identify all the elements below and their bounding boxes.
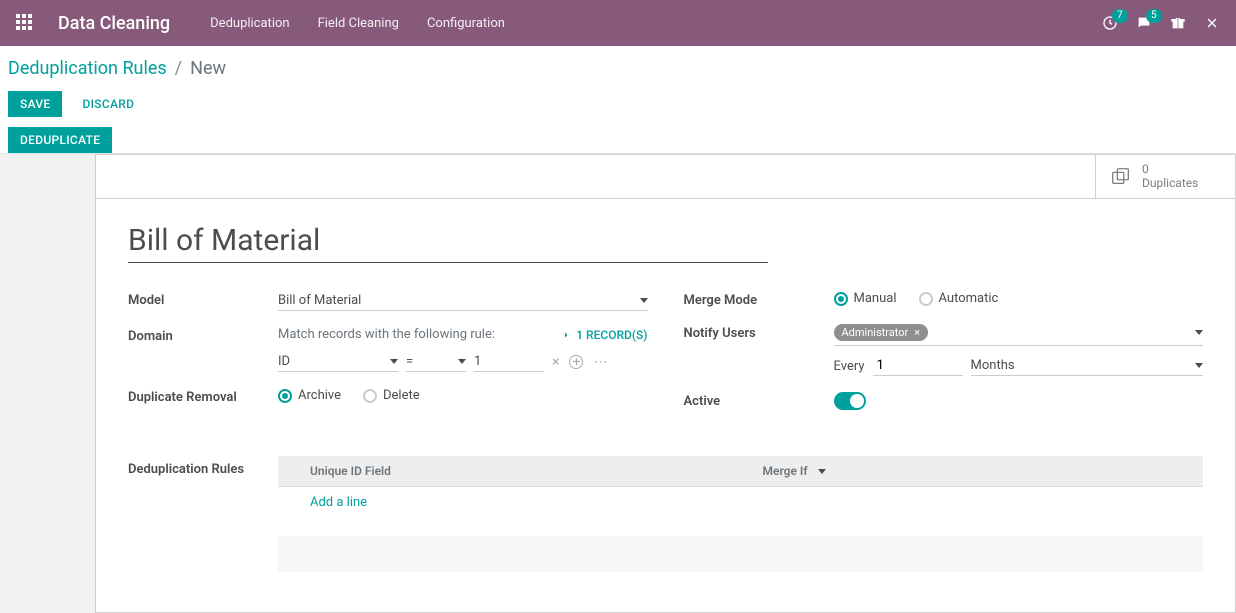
breadcrumb-current: New	[190, 58, 226, 79]
domain-more-icon[interactable]: ⋯	[593, 354, 607, 370]
label-domain: Domain	[128, 327, 278, 344]
chevron-down-icon	[458, 359, 466, 364]
rule-name-input[interactable]	[128, 223, 768, 263]
messaging-badge: 5	[1146, 9, 1162, 23]
app-brand: Data Cleaning	[58, 13, 170, 34]
removal-archive-radio[interactable]: Archive	[278, 388, 341, 403]
active-toggle[interactable]	[834, 392, 866, 410]
merge-automatic-radio[interactable]: Automatic	[919, 291, 999, 306]
control-panel: Deduplication Rules / New SAVE DISCARD D…	[0, 46, 1236, 154]
nav-deduplication[interactable]: Deduplication	[210, 16, 289, 31]
merge-manual-radio[interactable]: Manual	[834, 291, 897, 306]
arrow-right-icon	[560, 330, 570, 340]
tag-remove-icon[interactable]: ×	[914, 326, 920, 339]
activity-badge: 7	[1112, 9, 1128, 23]
close-icon[interactable]	[1204, 15, 1220, 31]
domain-remove-icon[interactable]: ×	[552, 354, 559, 370]
messaging-icon[interactable]: 5	[1136, 15, 1152, 31]
breadcrumb-sep: /	[175, 58, 182, 79]
domain-summary-text: Match records with the following rule:	[278, 327, 495, 342]
notify-users-select[interactable]: Administrator ×	[834, 324, 1204, 346]
removal-delete-radio[interactable]: Delete	[363, 388, 420, 403]
label-duplicate-removal: Duplicate Removal	[128, 388, 278, 405]
form-sheet: 0 Duplicates Model Bill of Material	[95, 154, 1236, 613]
col-unique-id: Unique ID Field	[278, 456, 751, 486]
chevron-down-icon	[640, 298, 648, 303]
chevron-down-icon	[1195, 363, 1203, 368]
stat-duplicates[interactable]: 0 Duplicates	[1095, 155, 1235, 198]
subtable-footer	[278, 536, 1203, 572]
duplicates-icon	[1110, 166, 1132, 188]
domain-records-link[interactable]: 1 RECORD(S)	[560, 328, 647, 342]
breadcrumb-root[interactable]: Deduplication Rules	[8, 58, 167, 79]
chevron-down-icon	[390, 359, 398, 364]
stat-label: Duplicates	[1142, 177, 1198, 190]
discard-button[interactable]: DISCARD	[82, 97, 134, 111]
add-line-link[interactable]: Add a line	[278, 487, 1203, 518]
col-merge-if: Merge If	[751, 456, 1204, 486]
label-active: Active	[684, 392, 834, 409]
nav-configuration[interactable]: Configuration	[427, 16, 505, 31]
chevron-down-icon	[1195, 330, 1203, 335]
chevron-down-icon	[818, 469, 826, 474]
gift-icon[interactable]	[1170, 15, 1186, 31]
every-value-input[interactable]	[873, 356, 963, 376]
top-nav: Data Cleaning Deduplication Field Cleani…	[0, 0, 1236, 46]
label-model: Model	[128, 291, 278, 308]
model-value: Bill of Material	[278, 293, 636, 308]
label-every: Every	[834, 359, 865, 374]
notify-user-tag: Administrator ×	[834, 324, 929, 341]
every-unit-select[interactable]: Months	[971, 356, 1203, 376]
breadcrumb: Deduplication Rules / New	[8, 58, 1228, 79]
stat-count: 0	[1142, 163, 1198, 176]
model-select[interactable]: Bill of Material	[278, 291, 648, 311]
apps-icon[interactable]	[16, 14, 34, 32]
activity-icon[interactable]: 7	[1102, 15, 1118, 31]
save-button[interactable]: SAVE	[8, 91, 62, 117]
subtable-header: Unique ID Field Merge If	[278, 456, 1203, 487]
domain-field-select[interactable]: ID	[278, 352, 398, 372]
label-merge-mode: Merge Mode	[684, 291, 834, 308]
domain-add-icon[interactable]: +	[569, 355, 583, 369]
label-notify-users: Notify Users	[684, 324, 834, 341]
domain-value-input[interactable]: 1	[474, 352, 544, 372]
label-dedup-rules: Deduplication Rules	[128, 456, 278, 477]
domain-operator-select[interactable]: =	[406, 352, 466, 372]
nav-field-cleaning[interactable]: Field Cleaning	[318, 16, 399, 31]
deduplicate-button[interactable]: DEDUPLICATE	[8, 127, 112, 153]
